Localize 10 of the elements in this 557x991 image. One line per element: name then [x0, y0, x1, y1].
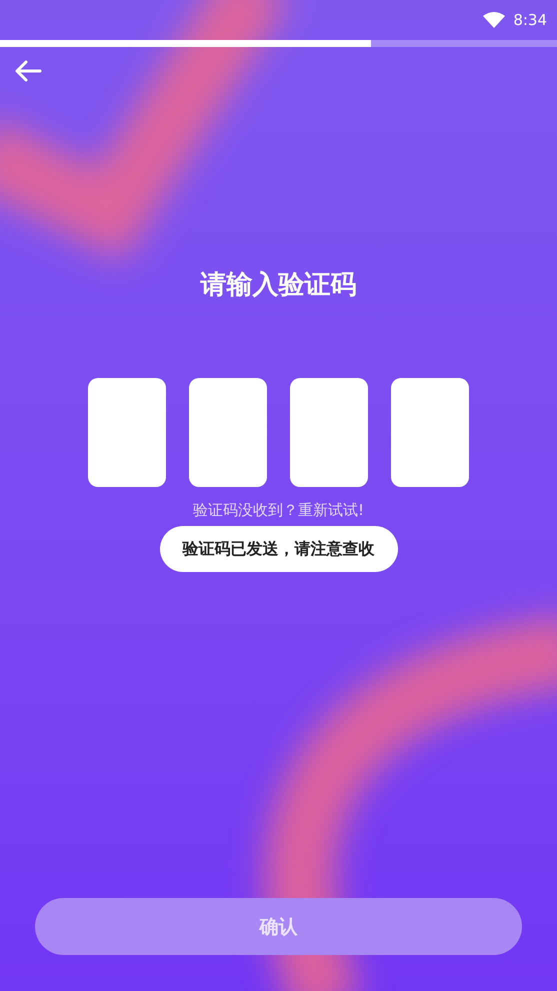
code-input-field[interactable]	[189, 378, 267, 487]
page-title: 请输入验证码	[199, 269, 358, 302]
status-time: 8:34	[513, 11, 547, 29]
toast-message: 验证码已发送，请注意查收	[160, 526, 398, 572]
code-input-field[interactable]	[290, 378, 368, 487]
code-input-field[interactable]	[391, 378, 469, 487]
back-button[interactable]	[14, 59, 42, 83]
wifi-icon	[483, 12, 506, 28]
code-input-field[interactable]	[88, 378, 166, 487]
resend-hint[interactable]: 验证码没收到？重新试试!	[0, 501, 557, 520]
